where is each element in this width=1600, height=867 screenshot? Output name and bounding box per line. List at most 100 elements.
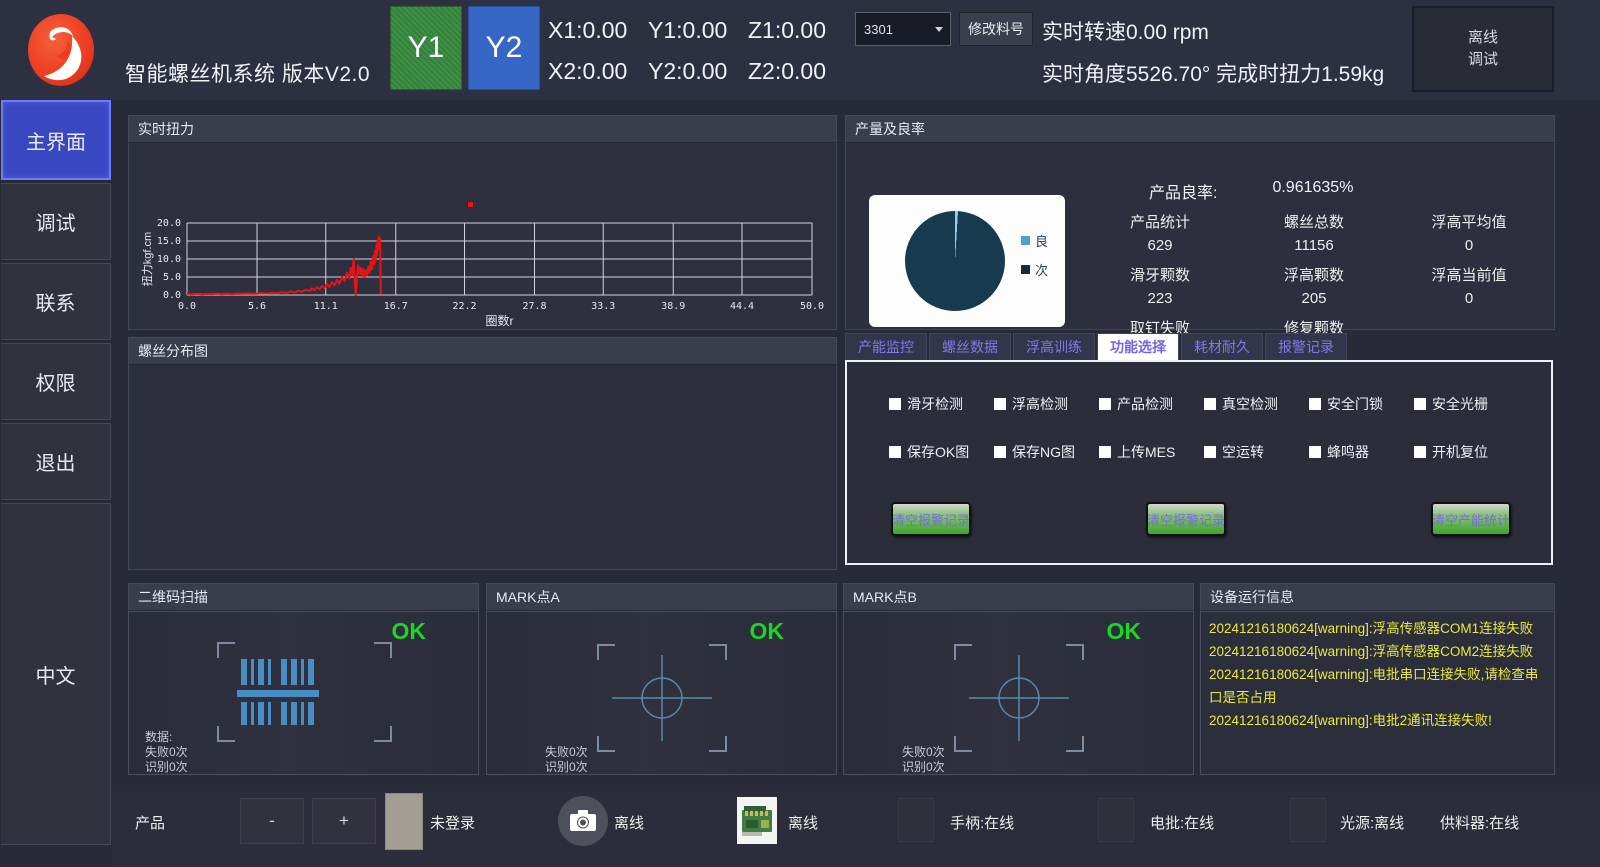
sidebar-item-debug[interactable]: 调试 xyxy=(1,183,111,260)
tab-consumable-durability[interactable]: 耗材耐久 xyxy=(1181,333,1263,360)
sidebar-item-main[interactable]: 主界面 xyxy=(1,100,111,180)
status-bar: 产品 - + 未登录 离线 离线 手柄:在线 xyxy=(112,790,1600,867)
modify-part-number-button[interactable]: 修改料号 xyxy=(959,12,1033,46)
checkbox-icon xyxy=(1309,398,1321,410)
checkbox-save-ok-img[interactable]: 保存OK图 xyxy=(889,442,994,462)
clear-alarm-record-button-1[interactable]: 清空报警记录 xyxy=(891,502,971,536)
svg-text:50.0: 50.0 xyxy=(800,301,824,312)
checkbox-safety-door[interactable]: 安全门锁 xyxy=(1309,394,1414,414)
svg-text:圈数r: 圈数r xyxy=(486,313,514,328)
login-status-label: 未登录 xyxy=(430,812,475,833)
checkbox-strip-detect[interactable]: 滑牙检测 xyxy=(889,394,994,414)
sidebar-item-language[interactable]: 中文 xyxy=(1,503,111,845)
svg-text:33.3: 33.3 xyxy=(591,301,615,312)
tab-float-training[interactable]: 浮高训练 xyxy=(1013,333,1095,360)
stat-strip-count: 滑牙颗数223 xyxy=(1084,264,1236,313)
checkbox-icon xyxy=(1099,398,1111,410)
panel-title: 产量及良率 xyxy=(845,115,1555,143)
product-plus-button[interactable]: + xyxy=(312,798,376,844)
function-checkbox-grid: 滑牙检测 浮高检测 产品检测 真空检测 安全门锁 安全光栅 保存OK图 保存NG… xyxy=(889,394,1519,462)
checkbox-save-ng-img[interactable]: 保存NG图 xyxy=(994,442,1099,462)
mark-a-frame-brackets xyxy=(597,644,727,752)
svg-text:15.0: 15.0 xyxy=(157,236,181,247)
axis-coordinates: X1:0.00 Y1:0.00 Z1:0.00 X2:0.00 Y2:0.00 … xyxy=(548,10,848,92)
mark-b-camera-view: OK 失败0次 识别0次 xyxy=(843,611,1194,775)
part-number-select[interactable]: 3301 xyxy=(855,12,951,46)
y2-button[interactable]: Y2 xyxy=(468,6,540,90)
checkbox-icon xyxy=(1414,446,1426,458)
yield-rate-value: 0.961635% xyxy=(1272,179,1353,203)
sidebar-item-permission[interactable]: 权限 xyxy=(1,343,111,420)
checkbox-icon xyxy=(1099,446,1111,458)
light-indicator xyxy=(1290,798,1326,842)
panel-title: 实时扭力 xyxy=(128,115,837,143)
mark-b-frame-brackets xyxy=(954,644,1084,752)
device-log-list[interactable]: 20241216180624[warning]:浮高传感器COM1连接失败 20… xyxy=(1200,611,1555,775)
legend-good-label: 良 xyxy=(1035,231,1048,250)
log-message: 20241216180624[warning]:电批2通讯连接失败! xyxy=(1209,709,1546,732)
svg-text:10.0: 10.0 xyxy=(157,254,181,265)
pie-legend: 良 次 xyxy=(1021,231,1048,289)
tab-function-select[interactable]: 功能选择 xyxy=(1097,333,1179,360)
offline-debug-button[interactable]: 离线 调试 xyxy=(1412,6,1554,92)
checkbox-icon xyxy=(889,398,901,410)
tab-bar: 产能监控 螺丝数据 浮高训练 功能选择 耗材耐久 报警记录 xyxy=(845,333,1555,360)
qr-status-badge: OK xyxy=(392,618,427,645)
y1-button[interactable]: Y1 xyxy=(390,6,462,90)
svg-text:5.6: 5.6 xyxy=(248,301,266,312)
qr-camera-view: OK 数据: 失败0次 识别0次 xyxy=(128,611,479,775)
handle-indicator xyxy=(898,798,934,842)
sidebar-nav: 主界面 调试 联系 权限 退出 中文 xyxy=(0,100,112,845)
clear-capacity-stats-button[interactable]: 清空产能统计 xyxy=(1431,502,1511,536)
checkbox-dry-run[interactable]: 空运转 xyxy=(1204,442,1309,462)
checkbox-product-detect[interactable]: 产品检测 xyxy=(1099,394,1204,414)
checkbox-safety-grating[interactable]: 安全光栅 xyxy=(1414,394,1519,414)
coord-x2: X2:0.00 xyxy=(548,58,648,85)
stat-screw-total: 螺丝总数11156 xyxy=(1236,211,1392,260)
svg-text:27.8: 27.8 xyxy=(522,301,546,312)
barcode-icon xyxy=(237,659,372,725)
brand-logo-icon xyxy=(26,12,96,88)
checkbox-icon xyxy=(1204,446,1216,458)
panel-title: 螺丝分布图 xyxy=(128,337,837,365)
tab-capacity-monitor[interactable]: 产能监控 xyxy=(845,333,927,360)
function-tab-group: 产能监控 螺丝数据 浮高训练 功能选择 耗材耐久 报警记录 滑牙检测 浮高检测 … xyxy=(845,333,1555,567)
coord-y2: Y2:0.00 xyxy=(648,58,748,85)
crosshair-icon xyxy=(964,653,1074,743)
mark-a-status-badge: OK xyxy=(750,618,785,645)
svg-text:0.0: 0.0 xyxy=(163,290,181,301)
realtime-torque-panel: 实时扭力 0.05.010.015.020.00.05.611.116.722.… xyxy=(128,115,837,330)
handle-status-label: 手柄:在线 xyxy=(950,812,1014,833)
legend-defect-swatch xyxy=(1021,265,1030,274)
panel-title: MARK点A xyxy=(486,583,837,611)
legend-defect-label: 次 xyxy=(1035,260,1048,279)
coord-x1: X1:0.00 xyxy=(548,17,648,44)
clear-alarm-record-button-2[interactable]: 清空报警记录 xyxy=(1146,502,1226,536)
stat-float-count: 浮高颗数205 xyxy=(1236,264,1392,313)
capture-card-icon[interactable] xyxy=(737,797,777,844)
checkbox-boot-reset[interactable]: 开机复位 xyxy=(1414,442,1519,462)
svg-text:0.0: 0.0 xyxy=(178,301,196,312)
log-message: 20241216180624[warning]:电批串口连接失败,请检查串口是否… xyxy=(1209,663,1546,709)
sidebar-item-contact[interactable]: 联系 xyxy=(1,263,111,340)
svg-text:44.4: 44.4 xyxy=(730,301,754,312)
svg-text:5.0: 5.0 xyxy=(163,272,181,283)
checkbox-float-detect[interactable]: 浮高检测 xyxy=(994,394,1099,414)
mark-point-b-panel: MARK点B OK 失败0次 识别0次 xyxy=(843,583,1194,775)
mark-point-a-panel: MARK点A OK 失败0次 识别0次 xyxy=(486,583,837,775)
camera-icon[interactable] xyxy=(558,796,608,846)
coord-z2: Z2:0.00 xyxy=(748,58,848,85)
mark-b-status-badge: OK xyxy=(1107,618,1142,645)
checkbox-upload-mes[interactable]: 上传MES xyxy=(1099,442,1204,462)
chevron-down-icon xyxy=(935,27,943,32)
tab-screw-data[interactable]: 螺丝数据 xyxy=(929,333,1011,360)
sidebar-item-exit[interactable]: 退出 xyxy=(1,423,111,500)
yield-panel: 产量及良率 良 次 产品良率: 0.961635% 产品统计629 螺丝总数11… xyxy=(845,115,1555,330)
screw-distribution-canvas xyxy=(128,365,837,570)
product-minus-button[interactable]: - xyxy=(240,798,304,844)
tab-alarm-record[interactable]: 报警记录 xyxy=(1265,333,1347,360)
coord-z1: Z1:0.00 xyxy=(748,17,848,44)
checkbox-buzzer[interactable]: 蜂鸣器 xyxy=(1309,442,1414,462)
user-avatar[interactable] xyxy=(385,793,423,850)
checkbox-vacuum-detect[interactable]: 真空检测 xyxy=(1204,394,1309,414)
